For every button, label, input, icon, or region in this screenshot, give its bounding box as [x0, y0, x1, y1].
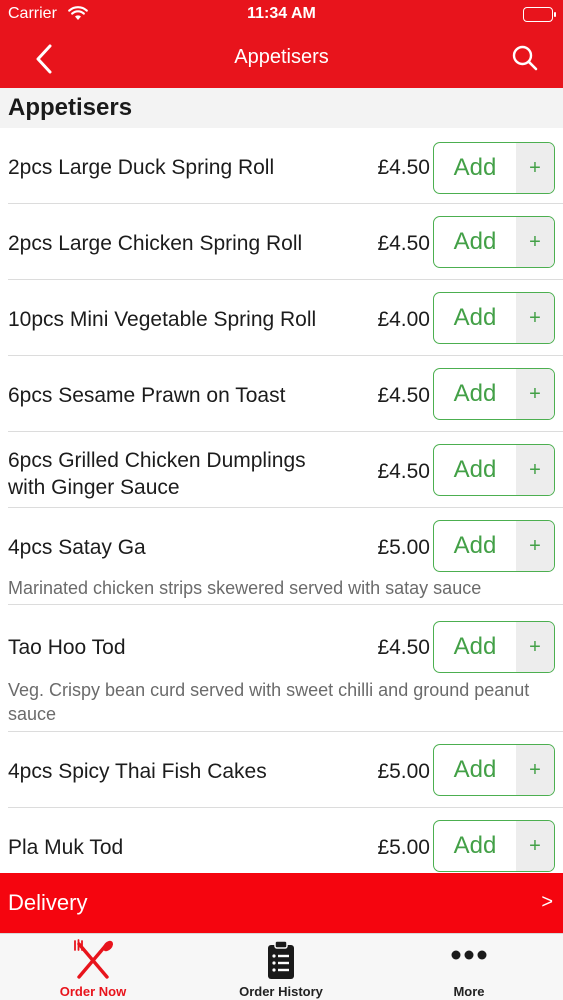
plus-icon: +: [516, 821, 554, 871]
item-name: 10pcs Mini Vegetable Spring Roll: [8, 308, 317, 331]
fork-knife-icon: [71, 939, 115, 986]
tab-label: More: [453, 984, 485, 999]
add-button[interactable]: Add +: [433, 444, 555, 496]
list-item: 4pcs Satay Ga £5.00 Add + Marinated chic…: [8, 508, 563, 605]
add-button-label: Add: [453, 228, 497, 255]
item-price: £4.50: [377, 156, 430, 179]
item-price: £5.00: [377, 760, 430, 783]
add-button[interactable]: Add +: [433, 820, 555, 872]
add-button[interactable]: Add +: [433, 621, 555, 673]
list-item: 2pcs Large Duck Spring Roll £4.50 Add +: [8, 128, 563, 204]
menu-list[interactable]: 2pcs Large Duck Spring Roll £4.50 Add + …: [0, 128, 563, 873]
item-price: £4.50: [377, 232, 430, 255]
page-title: Appetisers: [234, 46, 329, 68]
item-name: 4pcs Satay Ga: [8, 536, 146, 559]
tab-label: Order Now: [59, 984, 127, 999]
add-button-label: Add: [453, 304, 497, 331]
add-button[interactable]: Add +: [433, 292, 555, 344]
item-description: Marinated chicken strips skewered served…: [8, 578, 482, 598]
plus-icon: +: [516, 622, 554, 672]
item-name: 2pcs Large Duck Spring Roll: [8, 156, 275, 179]
status-bar: Carrier 11:34 AM: [0, 0, 563, 30]
add-button[interactable]: Add +: [433, 520, 555, 572]
add-button-label: Add: [453, 456, 497, 483]
section-header: Appetisers: [0, 88, 563, 128]
add-button[interactable]: Add +: [433, 368, 555, 420]
tab-order-now[interactable]: Order Now: [23, 934, 163, 1000]
item-price: £5.00: [377, 836, 430, 859]
navigation-bar: Appetisers: [0, 30, 563, 88]
item-name: Tao Hoo Tod: [8, 636, 126, 659]
add-button-label: Add: [453, 532, 497, 559]
add-button-label: Add: [453, 380, 497, 407]
plus-icon: +: [516, 293, 554, 343]
add-button-label: Add: [453, 154, 497, 181]
battery-icon: [523, 7, 556, 22]
search-icon[interactable]: [511, 44, 539, 72]
list-item: Pla Muk Tod £5.00 Add +: [8, 808, 563, 873]
add-button[interactable]: Add +: [433, 744, 555, 796]
item-price: £4.50: [377, 460, 430, 483]
add-button-label: Add: [453, 633, 497, 660]
clipboard-list-icon: [266, 939, 296, 986]
add-button-label: Add: [453, 832, 497, 859]
list-item: 6pcs Grilled Chicken Dumplings with Ging…: [8, 432, 563, 508]
status-time: 11:34 AM: [247, 5, 316, 22]
add-button[interactable]: Add +: [433, 142, 555, 194]
delivery-button[interactable]: Delivery >: [0, 873, 563, 933]
tab-bar: Order Now Order History More: [0, 933, 563, 1000]
item-price: £5.00: [377, 536, 430, 559]
plus-icon: +: [516, 217, 554, 267]
item-description: Veg. Crispy bean curd served with sweet …: [8, 680, 530, 724]
item-price: £4.00: [377, 308, 430, 331]
add-button[interactable]: Add +: [433, 216, 555, 268]
item-name: Pla Muk Tod: [8, 836, 124, 859]
chevron-right-icon: >: [541, 891, 553, 913]
list-item: 2pcs Large Chicken Spring Roll £4.50 Add…: [8, 204, 563, 280]
list-item: 4pcs Spicy Thai Fish Cakes £5.00 Add +: [8, 732, 563, 808]
item-name: 6pcs Grilled Chicken Dumplings with Ging…: [8, 449, 306, 499]
item-price: £4.50: [377, 384, 430, 407]
tab-more[interactable]: More: [399, 934, 539, 1000]
list-item: 6pcs Sesame Prawn on Toast £4.50 Add +: [8, 356, 563, 432]
item-name: 4pcs Spicy Thai Fish Cakes: [8, 760, 267, 783]
tab-label: Order History: [239, 984, 323, 999]
plus-icon: +: [516, 745, 554, 795]
add-button-label: Add: [453, 756, 497, 783]
list-item: Tao Hoo Tod £4.50 Add + Veg. Crispy bean…: [8, 605, 563, 732]
plus-icon: +: [516, 143, 554, 193]
tab-order-history[interactable]: Order History: [211, 934, 351, 1000]
plus-icon: +: [516, 521, 554, 571]
delivery-label: Delivery: [8, 890, 88, 915]
more-dots-icon: [449, 948, 489, 967]
plus-icon: +: [516, 369, 554, 419]
item-name: 2pcs Large Chicken Spring Roll: [8, 232, 303, 255]
plus-icon: +: [516, 445, 554, 495]
list-item: 10pcs Mini Vegetable Spring Roll £4.00 A…: [8, 280, 563, 356]
item-price: £4.50: [377, 636, 430, 659]
item-name: 6pcs Sesame Prawn on Toast: [8, 384, 286, 407]
